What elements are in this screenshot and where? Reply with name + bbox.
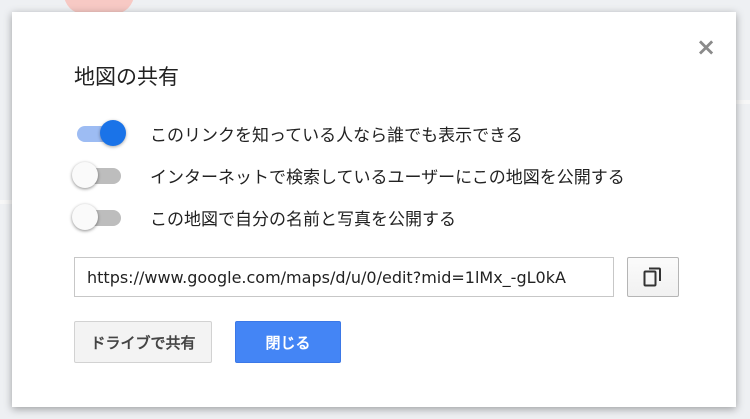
close-button[interactable]: 閉じる [235,321,341,363]
share-in-drive-button[interactable]: ドライブで共有 [74,321,212,363]
toggle-knob[interactable] [72,204,98,230]
close-icon[interactable]: × [696,35,716,59]
dialog-title: 地図の共有 [74,65,179,89]
option-public-search: インターネットで検索しているユーザーにこの地図を公開する [72,160,625,190]
toggle-show-name-photo[interactable] [72,202,128,232]
map-road [0,200,12,204]
toggle-knob[interactable] [100,120,126,146]
map-road [736,100,750,104]
option-show-name-photo: この地図で自分の名前と写真を公開する [72,202,456,232]
option-label: この地図で自分の名前と写真を公開する [150,209,456,230]
copy-icon [643,267,661,287]
toggle-public-search[interactable] [72,160,128,190]
toggle-knob[interactable] [72,162,98,188]
option-anyone-with-link: このリンクを知っている人なら誰でも表示できる [72,118,523,148]
share-link-field [74,257,614,297]
option-label: インターネットで検索しているユーザーにこの地図を公開する [150,167,625,188]
option-label: このリンクを知っている人なら誰でも表示できる [150,125,523,146]
copy-link-button[interactable] [627,257,679,297]
share-link-input[interactable] [87,267,601,287]
share-map-dialog: × 地図の共有 このリンクを知っている人なら誰でも表示できる インターネットで検… [12,12,736,407]
toggle-anyone-with-link[interactable] [72,118,128,148]
